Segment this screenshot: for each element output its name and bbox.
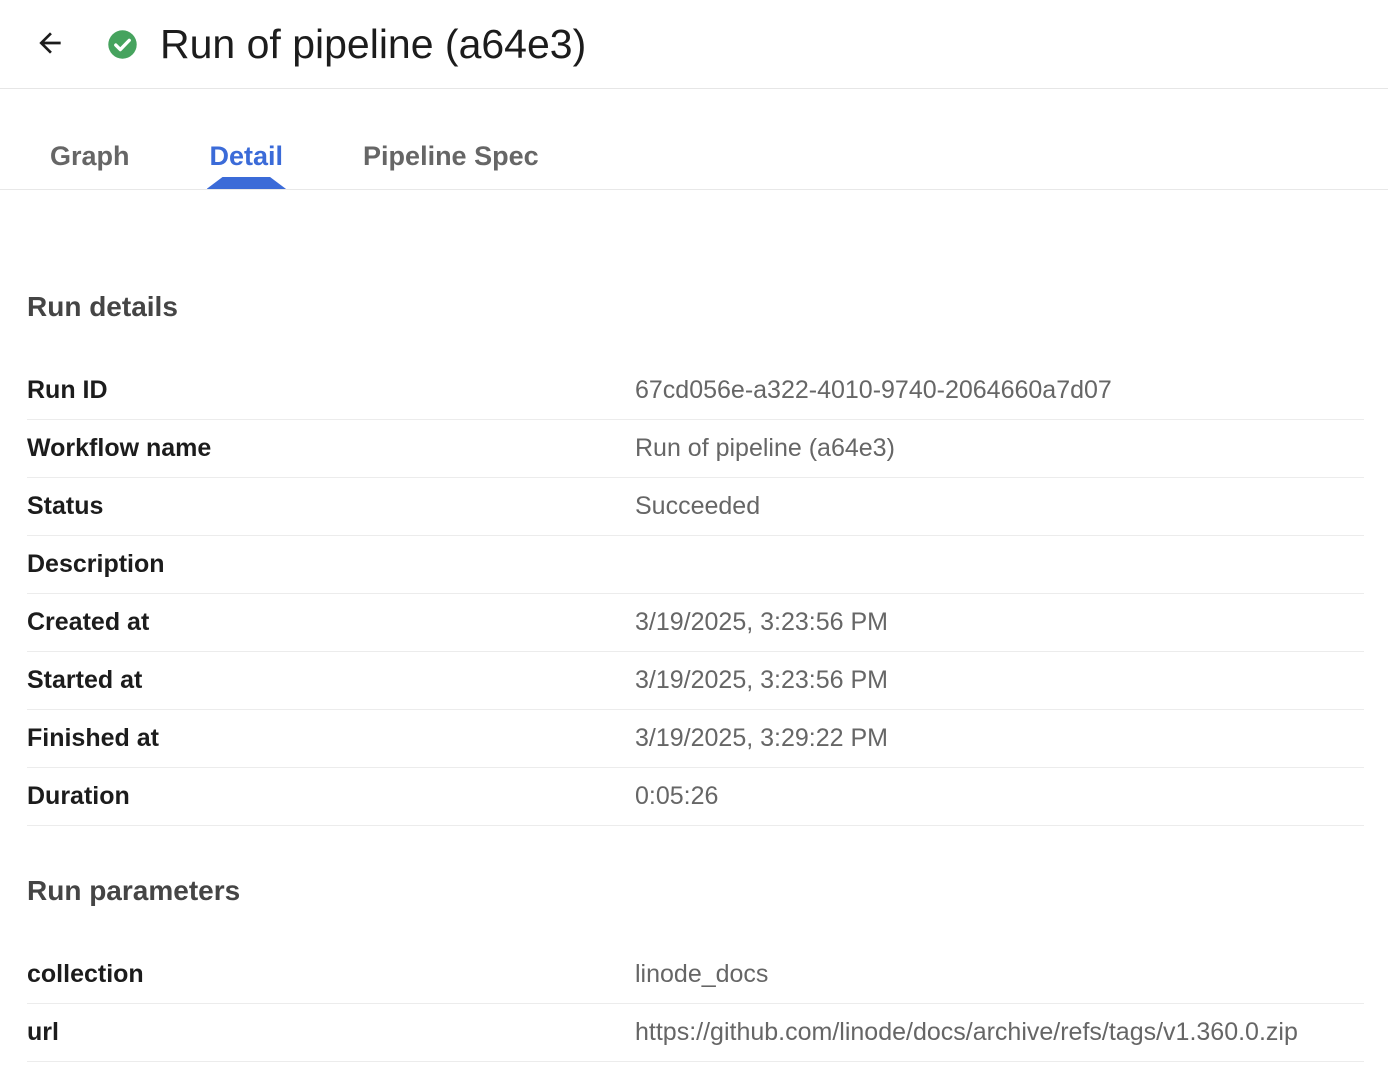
table-row-url: url https://github.com/linode/docs/archi… — [27, 1004, 1364, 1062]
back-button[interactable] — [33, 27, 67, 61]
check-circle-success-icon — [107, 29, 138, 60]
tab-pipeline-spec[interactable]: Pipeline Spec — [323, 141, 579, 189]
row-value: linode_docs — [635, 960, 768, 989]
tab-graph-label: Graph — [50, 141, 130, 171]
page-title: Run of pipeline (a64e3) — [160, 21, 586, 68]
row-value: Succeeded — [635, 492, 760, 521]
row-label: Status — [27, 492, 635, 521]
tab-graph[interactable]: Graph — [10, 141, 170, 189]
table-row-created-at: Created at 3/19/2025, 3:23:56 PM — [27, 594, 1364, 652]
row-value: Run of pipeline (a64e3) — [635, 434, 895, 463]
row-label: Description — [27, 550, 635, 579]
row-value: 67cd056e-a322-4010-9740-2064660a7d07 — [635, 376, 1112, 405]
row-value: 3/19/2025, 3:23:56 PM — [635, 666, 888, 695]
row-value: https://github.com/linode/docs/archive/r… — [635, 1018, 1298, 1047]
row-label: Finished at — [27, 724, 635, 753]
active-tab-indicator — [207, 177, 287, 189]
row-label: Duration — [27, 782, 635, 811]
row-value: 3/19/2025, 3:29:22 PM — [635, 724, 888, 753]
page-header: Run of pipeline (a64e3) — [0, 0, 1388, 89]
row-label: Started at — [27, 666, 635, 695]
table-row-description: Description — [27, 536, 1364, 594]
run-parameters-table: collection linode_docs url https://githu… — [27, 946, 1364, 1062]
row-value: 0:05:26 — [635, 782, 718, 811]
table-row-workflow-name: Workflow name Run of pipeline (a64e3) — [27, 420, 1364, 478]
run-parameters-heading: Run parameters — [27, 874, 1364, 908]
tab-detail[interactable]: Detail — [170, 141, 324, 189]
tab-bar: Graph Detail Pipeline Spec — [0, 89, 1388, 190]
row-label: Run ID — [27, 376, 635, 405]
run-details-table: Run ID 67cd056e-a322-4010-9740-2064660a7… — [27, 362, 1364, 826]
table-row-duration: Duration 0:05:26 — [27, 768, 1364, 826]
run-detail-page: Run of pipeline (a64e3) Graph Detail Pip… — [0, 0, 1388, 1092]
row-label: collection — [27, 960, 635, 989]
row-label: Workflow name — [27, 434, 635, 463]
table-row-collection: collection linode_docs — [27, 946, 1364, 1004]
tab-pipeline-spec-label: Pipeline Spec — [363, 141, 539, 171]
table-row-run-id: Run ID 67cd056e-a322-4010-9740-2064660a7… — [27, 362, 1364, 420]
tab-detail-label: Detail — [210, 141, 284, 171]
table-row-finished-at: Finished at 3/19/2025, 3:29:22 PM — [27, 710, 1364, 768]
run-details-heading: Run details — [27, 290, 1364, 324]
table-row-started-at: Started at 3/19/2025, 3:23:56 PM — [27, 652, 1364, 710]
row-label: Created at — [27, 608, 635, 637]
row-label: url — [27, 1018, 635, 1047]
detail-content: Run details Run ID 67cd056e-a322-4010-97… — [0, 290, 1388, 1062]
arrow-back-icon — [34, 27, 66, 62]
row-value: 3/19/2025, 3:23:56 PM — [635, 608, 888, 637]
table-row-status: Status Succeeded — [27, 478, 1364, 536]
